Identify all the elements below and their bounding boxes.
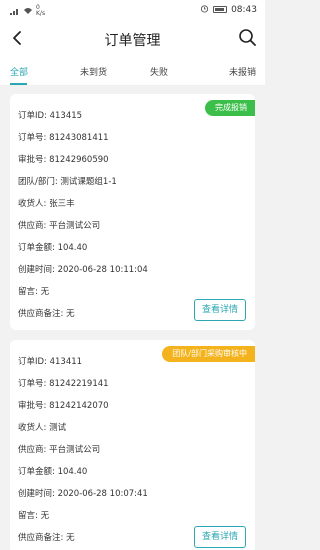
status-bar: 0 K/s 08:43 [0,0,265,20]
wifi-icon [23,7,33,15]
network-speed: 0 K/s [36,5,45,17]
view-details-button[interactable]: 查看详情 [194,526,246,548]
approval-number: 审批号: 81242142070 [18,401,109,411]
order-amount: 订单金额: 104.40 [18,467,88,477]
order-number: 订单号: 81243081411 [18,133,109,143]
receiver: 收货人: 测试 [18,423,67,433]
team-department: 团队/部门: 测试课题组1-1 [18,177,117,187]
status-bar-left: 0 K/s [10,5,45,17]
alarm-icon [200,4,209,15]
supplier: 供应商: 平台测试公司 [18,221,101,231]
tab-not-reimbursed[interactable]: 未报销 [229,65,256,78]
navigation-bar: 订单管理 [0,20,265,58]
supplier-note: 供应商备注: 无 [18,533,75,543]
message: 留言: 无 [18,511,50,521]
tab-all[interactable]: 全部 [10,65,28,78]
tab-not-arrived[interactable]: 未到货 [80,65,107,78]
message: 留言: 无 [18,287,50,297]
status-badge: 团队/部门采购审核中 [162,346,255,362]
network-speed-unit: K/s [36,10,46,17]
clock: 08:43 [231,4,257,15]
supplier: 供应商: 平台测试公司 [18,445,101,455]
created-time: 创建时间: 2020-06-28 10:11:04 [18,265,148,275]
supplier-note: 供应商备注: 无 [18,309,75,319]
order-id: 订单ID: 413411 [18,357,83,367]
battery-icon [213,6,228,13]
receiver: 收货人: 张三丰 [18,199,75,209]
view-details-button[interactable]: 查看详情 [194,299,246,321]
order-card[interactable]: 完成报销 订单ID: 413415 订单号: 81243081411 审批号: … [10,94,255,330]
active-tab-indicator [10,83,27,85]
status-badge: 完成报销 [205,100,255,116]
order-number: 订单号: 81242219141 [18,379,109,389]
order-id: 订单ID: 413415 [18,111,83,121]
page-title: 订单管理 [104,33,161,49]
order-amount: 订单金额: 104.40 [18,243,88,253]
filter-tabs: 全部 未到货 失败 未报销 [0,58,265,86]
search-icon[interactable] [237,27,257,47]
approval-number: 审批号: 81242960590 [18,155,109,165]
order-card[interactable]: 团队/部门采购审核中 订单ID: 413411 订单号: 81242219141… [10,340,255,550]
status-bar-right: 08:43 [200,4,257,15]
signal-icon [10,7,20,15]
created-time: 创建时间: 2020-06-28 10:07:41 [18,489,148,499]
tab-failed[interactable]: 失败 [150,65,168,78]
